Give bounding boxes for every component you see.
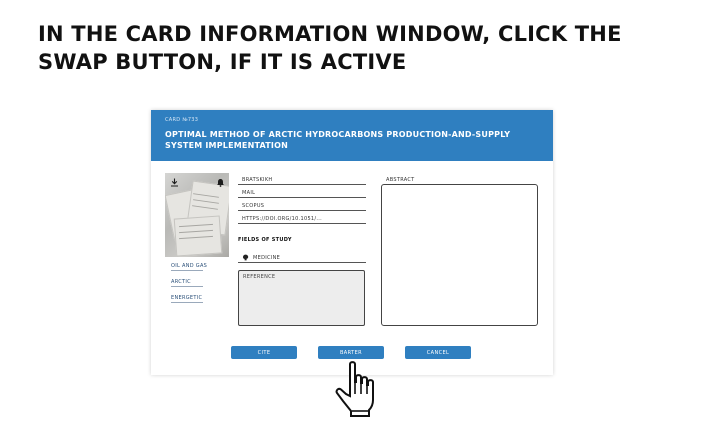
download-icon[interactable] xyxy=(169,177,179,187)
reference-placeholder: REFERENCE xyxy=(243,274,276,280)
abstract-textarea[interactable] xyxy=(381,184,538,326)
barter-button[interactable]: BARTER xyxy=(318,346,384,359)
subject-tags: OIL AND GAS ARCTIC ENERGETIC xyxy=(171,263,207,311)
tag-energetic[interactable]: ENERGETIC xyxy=(171,295,203,303)
paper-thumbnail xyxy=(165,173,229,257)
mail-field[interactable]: MAIL xyxy=(238,190,366,198)
tag-arctic[interactable]: ARCTIC xyxy=(171,279,203,287)
cite-button[interactable]: CITE xyxy=(231,346,297,359)
cancel-button[interactable]: CANCEL xyxy=(405,346,471,359)
reference-textarea[interactable]: REFERENCE xyxy=(238,270,365,326)
field-of-study-item[interactable]: MEDICINE xyxy=(238,254,366,263)
card-header: CARD №733 OPTIMAL METHOD OF ARCTIC HYDRO… xyxy=(151,110,553,161)
card-title-line-1: OPTIMAL METHOD OF ARCTIC HYDROCARBONS PR… xyxy=(165,130,511,139)
card-title: OPTIMAL METHOD OF ARCTIC HYDROCARBONS PR… xyxy=(165,129,535,151)
card-number: CARD №733 xyxy=(165,117,199,123)
instruction-line-1: IN THE CARD INFORMATION WINDOW, CLICK TH… xyxy=(38,22,622,46)
card-title-line-2: SYSTEM IMPLEMENTATION xyxy=(165,141,289,150)
bell-icon[interactable] xyxy=(215,177,225,187)
field-of-study-label: MEDICINE xyxy=(253,254,281,261)
author-field[interactable]: BRATSKIKH xyxy=(238,177,366,185)
hand-pointer-icon xyxy=(333,360,383,420)
brain-icon xyxy=(242,254,249,261)
scopus-field[interactable]: SCOPUS xyxy=(238,203,366,211)
task-instruction: IN THE CARD INFORMATION WINDOW, CLICK TH… xyxy=(38,20,688,76)
instruction-line-2: SWAP BUTTON, IF IT IS ACTIVE xyxy=(38,50,407,74)
fields-of-study-label: FIELDS OF STUDY xyxy=(238,237,292,243)
card-information-window: CARD №733 OPTIMAL METHOD OF ARCTIC HYDRO… xyxy=(151,110,553,375)
tag-oil-and-gas[interactable]: OIL AND GAS xyxy=(171,263,207,271)
abstract-label: ABSTRACT xyxy=(386,177,415,183)
doi-link[interactable]: HTTPS://DOI.ORG/10.1051/... xyxy=(238,216,366,224)
